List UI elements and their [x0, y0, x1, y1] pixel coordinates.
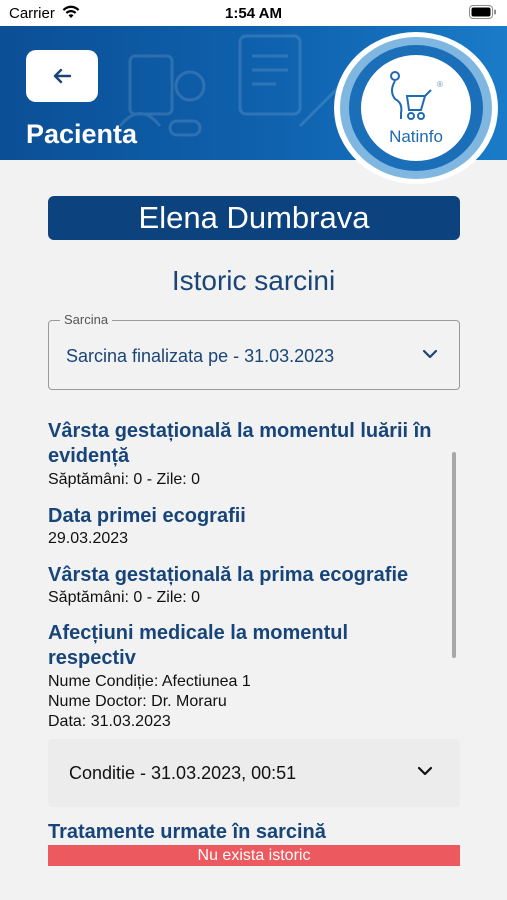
gest-age-registration-heading: Vârsta gestațională la momentul luării î…	[48, 420, 432, 467]
gest-age-registration-value: Săptămâni: 0 - Zile: 0	[48, 471, 201, 488]
condition-accordion-label[interactable]: Conditie - 31.03.2023, 00:51	[69, 763, 296, 784]
condition-date: Data: 31.03.2023	[48, 713, 171, 730]
page-title: Pacienta	[26, 119, 138, 149]
section-title: Istoric sarcini	[171, 265, 336, 296]
patient-name-banner: Elena Dumbrava	[48, 196, 460, 240]
status-time: 1:54 AM	[225, 5, 282, 22]
condition-doctor: Nume Doctor: Dr. Moraru	[48, 693, 227, 710]
pregnancy-select-label: Sarcina	[60, 312, 113, 327]
logo-text: Natinfo	[389, 127, 443, 146]
registered-mark: ®	[437, 80, 443, 89]
mother-stroller-icon	[390, 71, 432, 120]
condition-name: Nume Condiție: Afectiunea 1	[48, 673, 251, 690]
chevron-down-icon[interactable]	[421, 348, 439, 360]
medical-conditions-heading: Afecțiuni medicale la momentul respectiv	[48, 622, 349, 669]
back-button[interactable]	[26, 50, 98, 102]
first-ultrasound-value: 29.03.2023	[48, 530, 129, 547]
status-bar: Carrier 1:54 AM	[0, 0, 507, 26]
battery-icon	[469, 5, 496, 19]
scrollbar[interactable]	[452, 452, 456, 658]
chevron-down-icon[interactable]	[416, 765, 434, 777]
gest-age-ultrasound-heading: Vârsta gestațională la prima ecografie	[48, 564, 409, 586]
treatments-heading: Tratamente urmate în sarcină	[48, 821, 326, 843]
no-history-alert: Nu exista istoric	[48, 845, 460, 866]
gest-age-ultrasound-value: Săptămâni: 0 - Zile: 0	[48, 589, 201, 606]
arrow-left-icon	[53, 68, 72, 84]
first-ultrasound-heading: Data primei ecografii	[48, 505, 246, 527]
pregnancy-select-value[interactable]: Sarcina finalizata pe - 31.03.2023	[66, 346, 334, 367]
